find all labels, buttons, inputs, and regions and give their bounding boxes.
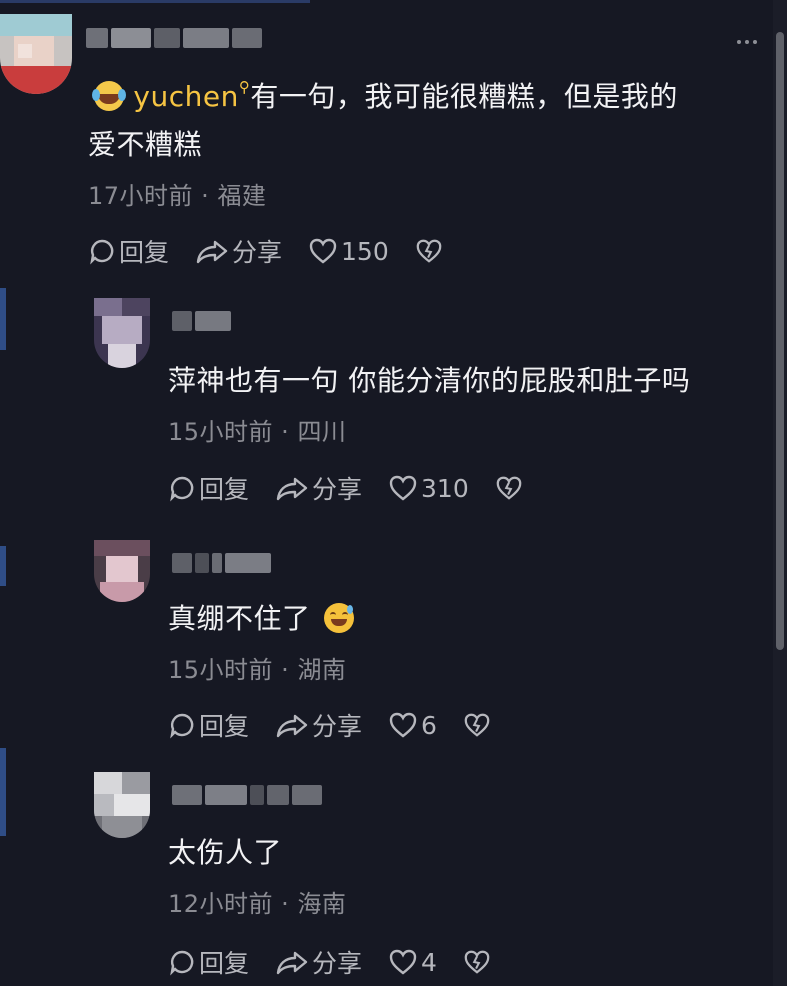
- comment-time: 17小时前: [88, 182, 194, 210]
- reply-icon: [170, 950, 194, 976]
- comment-actions: 回复 分享 150: [88, 233, 472, 269]
- comment-actions: 回复 分享 4: [168, 944, 520, 980]
- share-icon: [276, 951, 308, 975]
- comment-meta: 12小时前 · 海南: [168, 884, 346, 919]
- dislike-button[interactable]: [463, 711, 494, 739]
- username-blurred[interactable]: [172, 784, 322, 806]
- broken-heart-icon: [464, 713, 490, 737]
- comment-time: 15小时前: [168, 418, 274, 446]
- avatar[interactable]: [94, 772, 150, 838]
- like-button[interactable]: 150: [308, 237, 389, 266]
- comment-text: yuchen⚲有一句，我可能很糟糕，但是我的: [92, 74, 754, 120]
- comment-text: 真绷不住了: [168, 596, 354, 642]
- heart-icon: [389, 949, 417, 975]
- like-button[interactable]: 6: [388, 711, 437, 740]
- broken-heart-icon: [464, 950, 490, 974]
- reply-item: 真绷不住了 15小时前 · 湖南 回复 分享 6: [0, 530, 787, 760]
- share-button[interactable]: 分享: [275, 470, 362, 506]
- dislike-button[interactable]: [415, 237, 446, 265]
- comment-location: 湖南: [297, 656, 347, 684]
- like-button[interactable]: 310: [388, 474, 469, 503]
- avatar[interactable]: [94, 540, 150, 602]
- comment-location: 福建: [217, 182, 267, 210]
- heart-icon: [309, 238, 337, 264]
- dislike-button[interactable]: [495, 474, 526, 502]
- comment-text-line: 有一句，我可能很糟糕，但是我的: [250, 80, 678, 113]
- broken-heart-icon: [496, 476, 522, 500]
- share-label[interactable]: 分享: [312, 944, 362, 980]
- share-label[interactable]: 分享: [312, 707, 362, 743]
- comment-meta: 15小时前 · 四川: [168, 412, 346, 447]
- share-label[interactable]: 分享: [312, 470, 362, 506]
- username-blurred[interactable]: [172, 552, 271, 574]
- username-blurred[interactable]: [172, 310, 231, 332]
- like-count: 6: [421, 710, 437, 740]
- heart-icon: [389, 712, 417, 738]
- comment-meta: 17小时前 · 福建: [88, 176, 266, 211]
- comment-location: 海南: [297, 890, 347, 918]
- share-label[interactable]: 分享: [232, 233, 282, 269]
- share-icon: [276, 477, 308, 501]
- comment-time: 15小时前: [168, 656, 274, 684]
- like-count: 4: [421, 947, 437, 977]
- laugh-cry-emoji: [92, 81, 126, 111]
- broken-heart-icon: [416, 239, 442, 263]
- like-button[interactable]: 4: [388, 948, 437, 977]
- reply-label[interactable]: 回复: [199, 470, 249, 506]
- mention-name[interactable]: yuchen: [133, 80, 238, 113]
- reply-button[interactable]: 回复: [168, 470, 249, 506]
- comment-location: 四川: [297, 418, 347, 446]
- reply-item: 太伤人了 12小时前 · 海南 回复 分享 4: [0, 760, 787, 986]
- share-button[interactable]: 分享: [195, 233, 282, 269]
- share-icon: [276, 714, 308, 738]
- comment-item: yuchen⚲有一句，我可能很糟糕，但是我的 爱不糟糕 17小时前 · 福建 回…: [0, 0, 787, 290]
- reply-icon: [90, 239, 114, 265]
- meta-separator: ·: [273, 890, 298, 918]
- heart-icon: [389, 475, 417, 501]
- avatar[interactable]: [94, 298, 150, 368]
- search-icon: ⚲: [238, 78, 251, 96]
- grinning-sweat-emoji: [323, 603, 354, 633]
- more-options-icon[interactable]: [737, 40, 757, 44]
- comment-actions: 回复 分享 6: [168, 707, 520, 743]
- comment-meta: 15小时前 · 湖南: [168, 650, 346, 685]
- reply-item: 萍神也有一句 你能分清你的屁股和肚子吗 15小时前 · 四川 回复 分享 310: [0, 290, 787, 530]
- meta-separator: ·: [193, 182, 218, 210]
- reply-label[interactable]: 回复: [119, 233, 169, 269]
- share-button[interactable]: 分享: [275, 707, 362, 743]
- reply-icon: [170, 713, 194, 739]
- comment-text: 萍神也有一句 你能分清你的屁股和肚子吗: [168, 364, 691, 397]
- comment-text: 太伤人了: [168, 836, 283, 869]
- comment-time: 12小时前: [168, 890, 274, 918]
- like-count: 150: [341, 236, 389, 266]
- meta-separator: ·: [273, 656, 298, 684]
- reply-button[interactable]: 回复: [88, 233, 169, 269]
- reply-label[interactable]: 回复: [199, 707, 249, 743]
- comment-actions: 回复 分享 310: [168, 470, 552, 506]
- comment-text-line: 爱不糟糕: [88, 128, 203, 161]
- mention-link[interactable]: yuchen⚲: [133, 78, 250, 113]
- reply-button[interactable]: 回复: [168, 944, 249, 980]
- share-icon: [196, 240, 228, 264]
- username-blurred[interactable]: [86, 27, 262, 49]
- reply-button[interactable]: 回复: [168, 707, 249, 743]
- reply-label[interactable]: 回复: [199, 944, 249, 980]
- share-button[interactable]: 分享: [275, 944, 362, 980]
- like-count: 310: [421, 473, 469, 503]
- meta-separator: ·: [273, 418, 298, 446]
- reply-icon: [170, 476, 194, 502]
- comment-text-content: 真绷不住了: [168, 602, 311, 635]
- dislike-button[interactable]: [463, 948, 494, 976]
- avatar[interactable]: [0, 14, 72, 94]
- comments-page: yuchen⚲有一句，我可能很糟糕，但是我的 爱不糟糕 17小时前 · 福建 回…: [0, 0, 787, 986]
